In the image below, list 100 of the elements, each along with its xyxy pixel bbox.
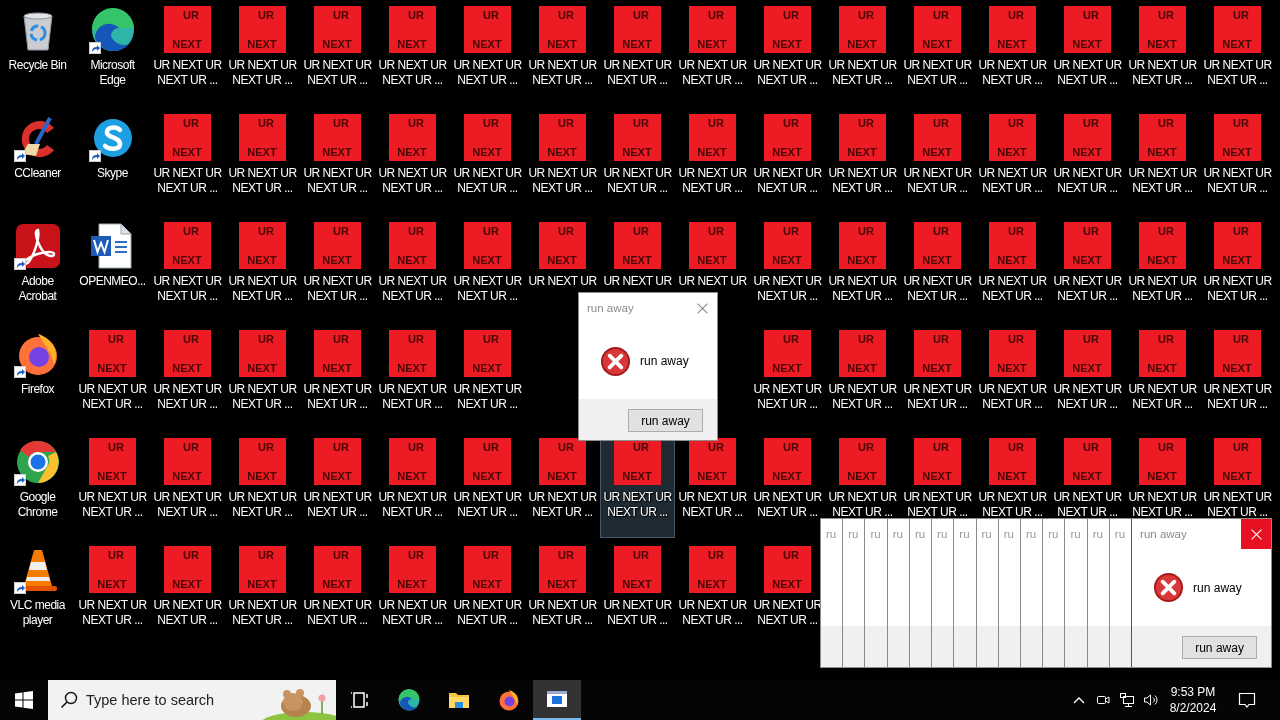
icon-label[interactable]: UR NEXT UR NEXT UR ...	[302, 490, 373, 520]
icon-label[interactable]: UR NEXT UR NEXT UR ...	[377, 274, 448, 304]
icon-label[interactable]: UR NEXT UR NEXT UR ...	[827, 274, 898, 304]
icon-label[interactable]: UR NEXT UR NEXT UR ...	[302, 58, 373, 88]
icon-label[interactable]: UR NEXT UR NEXT UR ...	[902, 166, 973, 196]
icon-label[interactable]: UR NEXT UR NEXT UR ...	[752, 274, 823, 304]
icon-label[interactable]: UR NEXT UR NEXT UR ...	[227, 166, 298, 196]
icon-label[interactable]: UR NEXT UR NEXT UR ...	[527, 166, 598, 196]
icon-label[interactable]: UR NEXT UR NEXT UR ...	[1127, 58, 1198, 88]
icon-label[interactable]: UR NEXT UR NEXT UR ...	[1052, 274, 1123, 304]
icon-label[interactable]: UR NEXT UR NEXT UR ...	[752, 490, 823, 520]
icon-label[interactable]: UR NEXT UR NEXT UR ...	[227, 274, 298, 304]
icon-label[interactable]: UR NEXT UR NEXT UR ...	[752, 58, 823, 88]
icon-label[interactable]: UR NEXT UR NEXT UR ...	[77, 598, 148, 628]
icon-label[interactable]: UR NEXT UR NEXT UR ...	[527, 598, 598, 628]
icon-label[interactable]: UR NEXT UR NEXT UR ...	[827, 382, 898, 412]
notification-icon[interactable]	[1236, 690, 1257, 710]
icon-label[interactable]: UR NEXT UR NEXT UR ...	[977, 274, 1048, 304]
icon-label[interactable]: UR NEXT UR NEXT UR ...	[1052, 58, 1123, 88]
icon-label[interactable]: UR NEXT UR NEXT UR ...	[977, 490, 1048, 520]
speaker-icon[interactable]	[1143, 692, 1159, 708]
icon-label[interactable]: UR NEXT UR NEXT UR ...	[377, 166, 448, 196]
icon-label[interactable]: UR NEXT UR NEXT UR ...	[77, 490, 148, 520]
icon-label[interactable]: UR NEXT UR NEXT UR ...	[977, 382, 1048, 412]
icon-label[interactable]: UR NEXT UR NEXT UR ...	[227, 382, 298, 412]
icon-label[interactable]: UR NEXT UR	[677, 274, 748, 289]
icon-label[interactable]: UR NEXT UR NEXT UR ...	[1127, 490, 1198, 520]
icon-label[interactable]: UR NEXT UR NEXT UR ...	[377, 490, 448, 520]
icon-label[interactable]: UR NEXT UR NEXT UR ...	[527, 58, 598, 88]
icon-label[interactable]: CCleaner	[2, 166, 73, 181]
icon-label[interactable]: VLC media player	[2, 598, 73, 628]
icon-label[interactable]: UR NEXT UR NEXT UR ...	[602, 166, 673, 196]
icon-label[interactable]: Firefox	[2, 382, 73, 397]
icon-label[interactable]: UR NEXT UR NEXT UR ...	[1202, 382, 1273, 412]
icon-label[interactable]: UR NEXT UR NEXT UR ...	[1202, 166, 1273, 196]
icon-label[interactable]: Adobe Acrobat	[2, 274, 73, 304]
taskbar-button[interactable]	[533, 680, 581, 720]
icon-label[interactable]: UR NEXT UR NEXT UR ...	[827, 490, 898, 520]
icon-label[interactable]: Recycle Bin	[2, 58, 73, 73]
dialog-button[interactable]: run away	[628, 409, 703, 432]
icon-label[interactable]: UR NEXT UR NEXT UR ...	[227, 598, 298, 628]
icon-label[interactable]: OPENMEO...	[77, 274, 148, 289]
search-bar[interactable]: Type here to search	[48, 680, 336, 720]
icon-label[interactable]: UR NEXT UR NEXT UR ...	[452, 490, 523, 520]
icon-label[interactable]: UR NEXT UR NEXT UR ...	[527, 490, 598, 520]
icon-label[interactable]: UR NEXT UR NEXT UR ...	[1127, 274, 1198, 304]
icon-label[interactable]: UR NEXT UR NEXT UR ...	[902, 382, 973, 412]
icon-label[interactable]: Google Chrome	[2, 490, 73, 520]
icon-label[interactable]: UR NEXT UR NEXT UR ...	[77, 382, 148, 412]
icon-label[interactable]: UR NEXT UR NEXT UR ...	[152, 598, 223, 628]
icon-label[interactable]: UR NEXT UR NEXT UR ...	[452, 166, 523, 196]
icon-label[interactable]: UR NEXT UR	[602, 274, 673, 289]
clock-date[interactable]: 8/2/2024	[1169, 700, 1217, 716]
icon-label[interactable]: UR NEXT UR NEXT UR ...	[1127, 166, 1198, 196]
icon-label[interactable]: UR NEXT UR NEXT UR ...	[602, 598, 673, 628]
icon-label[interactable]: UR NEXT UR NEXT UR ...	[152, 274, 223, 304]
icon-label[interactable]: UR NEXT UR NEXT UR ...	[302, 274, 373, 304]
icon-label[interactable]: UR NEXT UR NEXT UR ...	[302, 598, 373, 628]
icon-label[interactable]: Skype	[77, 166, 148, 181]
icon-label[interactable]: UR NEXT UR NEXT UR ...	[227, 490, 298, 520]
icon-label[interactable]: UR NEXT UR NEXT UR ...	[152, 58, 223, 88]
icon-label[interactable]: UR NEXT UR NEXT UR ...	[902, 58, 973, 88]
icon-label[interactable]: UR NEXT UR NEXT UR ...	[1052, 382, 1123, 412]
icon-label[interactable]: UR NEXT UR NEXT UR ...	[677, 598, 748, 628]
icon-label[interactable]: UR NEXT UR NEXT UR ...	[1202, 58, 1273, 88]
icon-label[interactable]: UR NEXT UR NEXT UR ...	[1052, 166, 1123, 196]
icon-label[interactable]: UR NEXT UR NEXT UR ...	[602, 58, 673, 88]
icon-label[interactable]: UR NEXT UR NEXT UR ...	[302, 382, 373, 412]
icon-label[interactable]: UR NEXT UR NEXT UR ...	[152, 490, 223, 520]
dialog-button[interactable]: run away	[1182, 636, 1258, 659]
icon-label[interactable]: UR NEXT UR NEXT UR ...	[452, 274, 523, 304]
icon-label[interactable]: UR NEXT UR NEXT UR ...	[377, 382, 448, 412]
icon-label[interactable]: UR NEXT UR NEXT UR ...	[677, 58, 748, 88]
icon-label[interactable]: UR NEXT UR NEXT UR ...	[1202, 274, 1273, 304]
icon-label[interactable]: UR NEXT UR NEXT UR ...	[302, 166, 373, 196]
icon-label[interactable]: UR NEXT UR NEXT UR ...	[977, 166, 1048, 196]
icon-label[interactable]: UR NEXT UR NEXT UR ...	[152, 166, 223, 196]
icon-label[interactable]: UR NEXT UR NEXT UR ...	[827, 166, 898, 196]
network-icon[interactable]	[1119, 692, 1135, 708]
icon-label[interactable]: UR NEXT UR NEXT UR ...	[1202, 490, 1273, 520]
icon-label[interactable]: UR NEXT UR NEXT UR ...	[602, 490, 673, 520]
search-field[interactable]: Type here to search	[86, 692, 246, 708]
icon-label[interactable]: UR NEXT UR NEXT UR ...	[452, 382, 523, 412]
icon-label[interactable]: UR NEXT UR NEXT UR ...	[377, 58, 448, 88]
icon-label[interactable]: UR NEXT UR NEXT UR ...	[452, 58, 523, 88]
icon-label[interactable]: UR NEXT UR NEXT UR ...	[1127, 382, 1198, 412]
icon-label[interactable]: UR NEXT UR NEXT UR ...	[827, 58, 898, 88]
icon-label[interactable]: UR NEXT UR NEXT UR ...	[902, 490, 973, 520]
icon-label[interactable]: Microsoft Edge	[77, 58, 148, 88]
icon-label[interactable]: UR NEXT UR NEXT UR ...	[452, 598, 523, 628]
icon-label[interactable]: UR NEXT UR	[527, 274, 598, 289]
icon-label[interactable]: UR NEXT UR NEXT UR ...	[677, 166, 748, 196]
icon-label[interactable]: UR NEXT UR NEXT UR ...	[677, 490, 748, 520]
icon-label[interactable]: UR NEXT UR NEXT UR ...	[752, 382, 823, 412]
icon-label[interactable]: UR NEXT UR NEXT UR ...	[227, 58, 298, 88]
icon-label[interactable]: UR NEXT UR NEXT UR ...	[752, 166, 823, 196]
icon-label[interactable]: UR NEXT UR NEXT UR ...	[1052, 490, 1123, 520]
icon-label[interactable]: UR NEXT UR NEXT UR ...	[377, 598, 448, 628]
icon-label[interactable]: UR NEXT UR NEXT UR ...	[152, 382, 223, 412]
icon-label[interactable]: UR NEXT UR NEXT UR ...	[977, 58, 1048, 88]
